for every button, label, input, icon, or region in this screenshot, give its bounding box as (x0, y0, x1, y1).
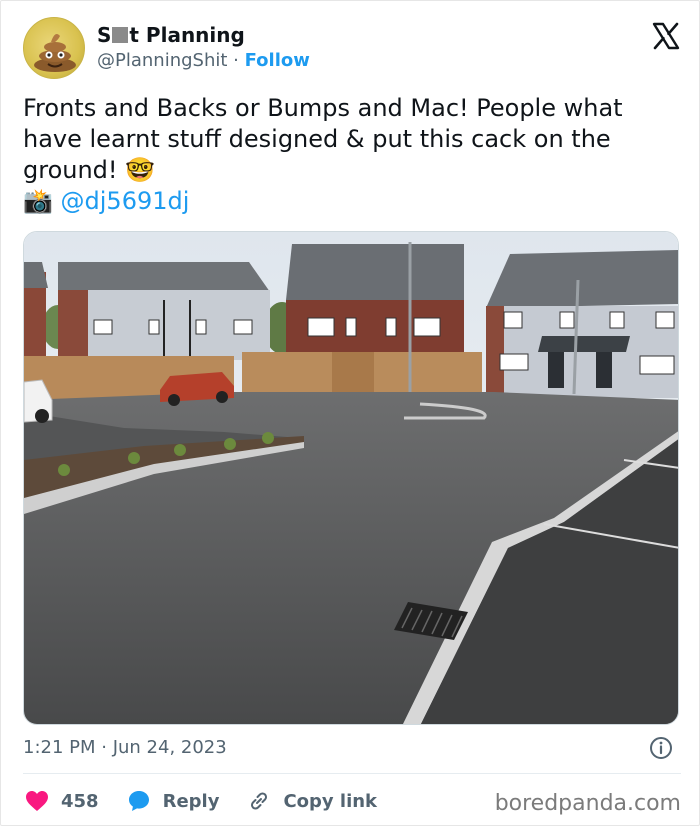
link-icon (251, 792, 268, 810)
follow-button[interactable]: Follow (245, 50, 310, 71)
profile-avatar[interactable] (23, 17, 85, 79)
tweet-timestamp[interactable]: 1:21 PM · Jun 24, 2023 (23, 737, 227, 758)
info-icon[interactable] (649, 736, 673, 760)
heart-icon (26, 791, 48, 811)
censor-block (112, 27, 129, 43)
handle-separator: · (227, 50, 245, 71)
tweet-body: Fronts and Backs or Bumps and Mac! Peopl… (23, 94, 623, 184)
display-name-suffix: t Planning (129, 23, 245, 47)
tweet-text: Fronts and Backs or Bumps and Mac! Peopl… (23, 93, 683, 217)
timestamp-separator: · (95, 737, 113, 758)
display-name[interactable]: S t Planning (97, 23, 310, 47)
reply-button[interactable]: Reply (127, 789, 220, 813)
like-count: 458 (61, 790, 99, 812)
tweet-actions: 458 Reply Copy link (25, 787, 405, 815)
like-button[interactable]: 458 (25, 790, 99, 812)
user-handle[interactable]: @PlanningShit (97, 50, 227, 71)
tweet-photo[interactable] (23, 231, 679, 725)
copy-link-label: Copy link (283, 790, 378, 812)
credit-mention-link[interactable]: @dj5691dj (61, 187, 190, 215)
display-name-prefix: S (97, 23, 112, 47)
actions-divider (23, 773, 681, 774)
parking-lot-photo (24, 232, 678, 724)
tweet-date: Jun 24, 2023 (112, 737, 227, 758)
camera-emoji: 📸 (23, 187, 53, 215)
poop-emoji-icon (34, 34, 76, 72)
tweet-header: S t Planning @PlanningShit · Follow (23, 17, 681, 81)
tweet-time: 1:21 PM (23, 737, 96, 758)
speech-bubble-icon (128, 791, 149, 811)
copy-link-button[interactable]: Copy link (247, 789, 377, 813)
reply-label: Reply (162, 790, 220, 812)
user-info: S t Planning @PlanningShit · Follow (97, 23, 310, 73)
handle-row: @PlanningShit · Follow (97, 49, 310, 73)
boredpanda-watermark: boredpanda.com (494, 791, 681, 816)
tweet-card: S t Planning @PlanningShit · Follow Fron… (0, 0, 700, 826)
x-logo-icon[interactable] (651, 21, 681, 51)
tweet-credit-line: 📸 @dj5691dj (23, 186, 683, 217)
